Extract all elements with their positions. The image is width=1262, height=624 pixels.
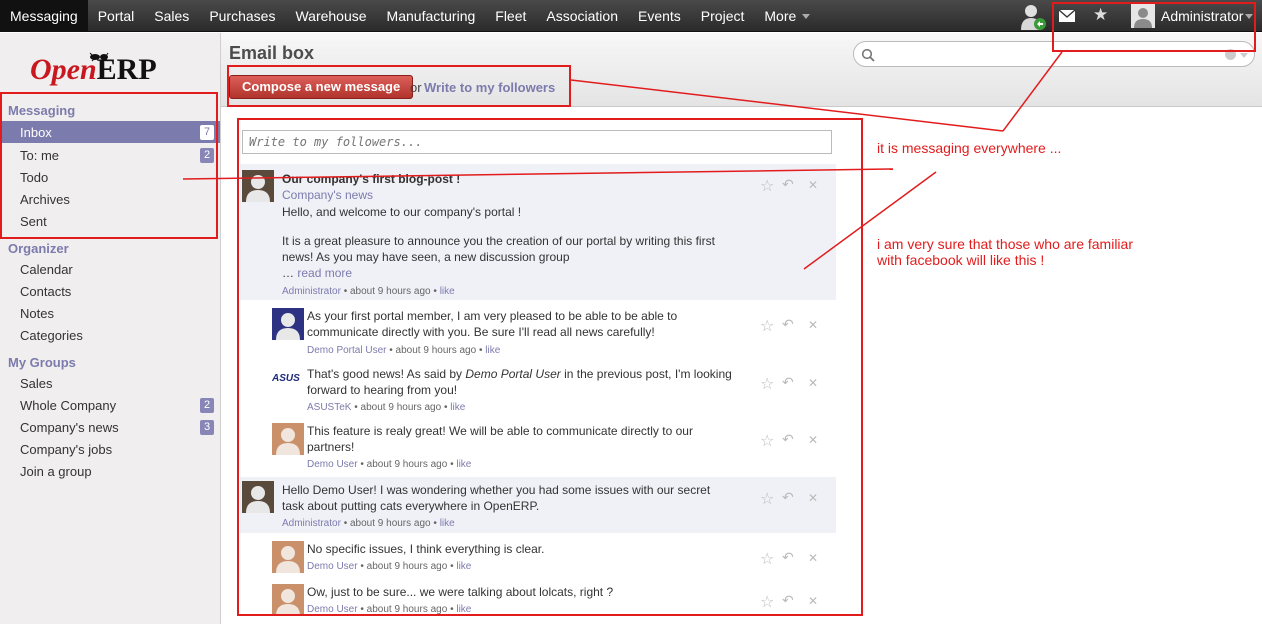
count-badge: 3 (200, 420, 214, 435)
nav-label: Company's news (20, 419, 119, 435)
nav-label: Notes (20, 305, 54, 321)
menu-label: Sales (154, 8, 190, 24)
menu-label: Messaging (10, 8, 78, 24)
menu-label: Association (546, 8, 618, 24)
chevron-down-icon[interactable] (1240, 53, 1248, 58)
menu-label: Portal (97, 8, 135, 24)
nav-label: Calendar (20, 261, 73, 277)
nav-label: Company's jobs (20, 441, 113, 457)
nav-label: Categories (20, 327, 83, 343)
sidebar-item-calendar[interactable]: Calendar (0, 258, 220, 280)
sidebar-item-whole-company[interactable]: Whole Company 2 (0, 394, 220, 416)
nav-label: Sales (20, 375, 53, 391)
sidebar-item-categories[interactable]: Categories (0, 324, 220, 346)
menu-more[interactable]: More (754, 0, 820, 32)
annotation-everywhere: it is messaging everywhere ... (877, 140, 1062, 156)
menu-association[interactable]: Association (536, 0, 628, 32)
nav-label: Whole Company (20, 397, 117, 413)
sidebar-item-company-news[interactable]: Company's news 3 (0, 416, 220, 438)
menu-label: Events (637, 8, 681, 24)
menu-label: More (764, 8, 797, 24)
menu-sales[interactable]: Sales (144, 0, 199, 32)
menu-purchases[interactable]: Purchases (199, 0, 285, 32)
annotation-box-compose (227, 65, 571, 107)
menu-label: Project (700, 8, 745, 24)
menu-events[interactable]: Events (628, 0, 691, 32)
menu-fleet[interactable]: Fleet (485, 0, 536, 32)
section-my-groups[interactable]: My Groups (8, 355, 76, 370)
nav-label: Contacts (20, 283, 72, 299)
sidebar-item-company-jobs[interactable]: Company's jobs (0, 438, 220, 460)
menu-label: Manufacturing (386, 8, 476, 24)
annotation-box-topright (1052, 2, 1256, 52)
sidebar-item-contacts[interactable]: Contacts (0, 280, 220, 302)
menu-manufacturing[interactable]: Manufacturing (377, 0, 486, 32)
logo-open: Open (30, 53, 97, 86)
nav-label: Join a group (20, 463, 92, 479)
sidebar-item-join-group[interactable]: Join a group (0, 460, 220, 482)
ant-icon (89, 52, 109, 62)
instant-messaging-icon[interactable] (1018, 2, 1048, 32)
sidebar-item-sales[interactable]: Sales (0, 372, 220, 394)
section-organizer[interactable]: Organizer (8, 241, 69, 256)
menu-warehouse[interactable]: Warehouse (285, 0, 376, 32)
search-icon (861, 48, 875, 62)
menu-portal[interactable]: Portal (88, 0, 145, 32)
menu-label: Purchases (209, 8, 276, 24)
sidebar-item-notes[interactable]: Notes (0, 302, 220, 324)
annotation-facebook: i am very sure that those who are famili… (877, 236, 1133, 268)
menu-messaging[interactable]: Messaging (0, 0, 88, 32)
count-badge: 2 (200, 398, 214, 413)
annotation-box-sidebar (0, 92, 218, 239)
menu-label: Warehouse (295, 8, 367, 24)
menu-label: Fleet (495, 8, 527, 24)
openerp-logo[interactable]: OpenERP (30, 52, 157, 87)
annotation-box-feed (237, 118, 863, 616)
chevron-down-icon (802, 13, 811, 19)
page-title: Email box (229, 43, 315, 63)
menu-project[interactable]: Project (691, 0, 755, 32)
